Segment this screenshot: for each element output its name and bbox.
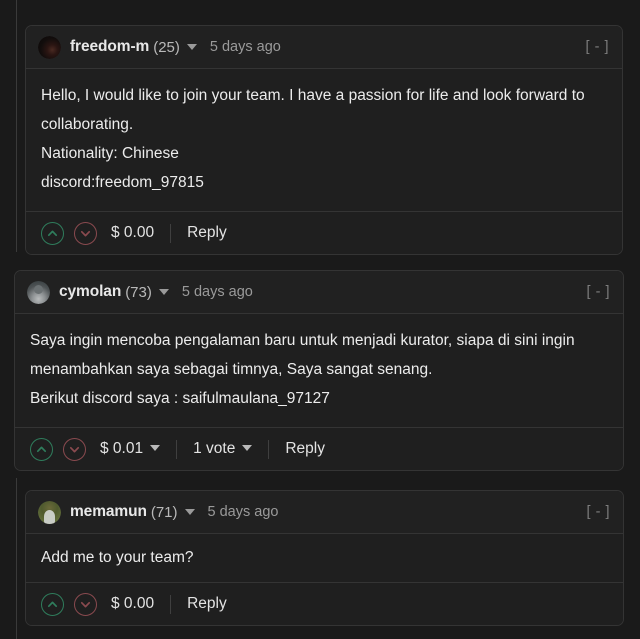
avatar[interactable]	[38, 500, 61, 524]
comment-timestamp[interactable]: 5 days ago	[210, 39, 281, 55]
upvote-icon[interactable]	[30, 437, 53, 461]
comment-card: cymolan (73) 5 days ago [ - ] Saya ingin…	[14, 270, 624, 471]
comment-author[interactable]: memamun	[70, 503, 147, 521]
author-reputation: (25)	[153, 38, 180, 56]
comment-body: Saya ingin mencoba pengalaman baru untuk…	[15, 314, 623, 428]
reply-button[interactable]: Reply	[285, 440, 325, 458]
reply-button[interactable]: Reply	[187, 224, 227, 242]
comment-footer: $ 0.00 Reply	[26, 583, 623, 625]
collapse-toggle[interactable]: [ - ]	[587, 504, 610, 520]
reply-button[interactable]: Reply	[187, 595, 227, 613]
comment-header: memamun (71) 5 days ago [ - ]	[26, 491, 623, 534]
comment-paragraph: Berikut discord saya : saifulmaulana_971…	[30, 390, 330, 407]
vote-count[interactable]: 1 vote	[193, 440, 253, 458]
comment-body: Hello, I would like to join your team. I…	[26, 69, 622, 212]
collapse-toggle[interactable]: [ - ]	[586, 39, 609, 55]
downvote-icon[interactable]	[74, 592, 97, 616]
comment-card: memamun (71) 5 days ago [ - ] Add me to …	[25, 490, 624, 626]
author-reputation: (73)	[125, 283, 152, 301]
footer-divider	[176, 439, 178, 459]
comment-footer: $ 0.01 1 vote Reply	[15, 428, 623, 470]
comment-thread: freedom-m (25) 5 days ago [ - ] Hello, I…	[0, 0, 640, 639]
author-reputation: (71)	[150, 503, 178, 521]
downvote-icon[interactable]	[63, 437, 86, 461]
comment-paragraph: Nationality: Chinese	[41, 145, 179, 162]
footer-divider	[170, 223, 172, 243]
comment-header: cymolan (73) 5 days ago [ - ]	[15, 271, 623, 314]
downvote-icon[interactable]	[74, 221, 97, 245]
payout-chevron-down-icon[interactable]	[150, 445, 161, 451]
comment-card: freedom-m (25) 5 days ago [ - ] Hello, I…	[25, 25, 623, 255]
comment-paragraph: Add me to your team?	[41, 549, 194, 566]
comment-timestamp[interactable]: 5 days ago	[182, 284, 253, 300]
avatar[interactable]	[27, 280, 50, 304]
comment-paragraph: discord:freedom_97815	[41, 174, 204, 191]
chevron-down-icon[interactable]	[186, 44, 197, 50]
upvote-icon[interactable]	[41, 221, 64, 245]
upvote-icon[interactable]	[41, 592, 64, 616]
footer-divider	[170, 594, 172, 614]
payout-amount[interactable]: $ 0.00	[111, 595, 154, 613]
comment-paragraph: Hello, I would like to join your team. I…	[41, 87, 585, 133]
comment-header: freedom-m (25) 5 days ago [ - ]	[26, 26, 622, 69]
comment-body: Add me to your team?	[26, 534, 623, 583]
comment-author[interactable]: cymolan	[59, 283, 121, 301]
collapse-toggle[interactable]: [ - ]	[587, 284, 610, 300]
comment-paragraph: Saya ingin mencoba pengalaman baru untuk…	[30, 332, 575, 378]
footer-divider	[268, 439, 270, 459]
payout-amount[interactable]: $ 0.00	[111, 224, 154, 242]
chevron-down-icon[interactable]	[184, 509, 195, 515]
comment-author[interactable]: freedom-m	[70, 38, 149, 56]
avatar[interactable]	[38, 35, 61, 59]
payout-amount[interactable]: $ 0.01	[100, 440, 161, 458]
chevron-down-icon[interactable]	[158, 289, 169, 295]
thread-guide-line-bottom	[16, 478, 17, 639]
votes-chevron-down-icon[interactable]	[242, 445, 253, 451]
comment-footer: $ 0.00 Reply	[26, 212, 622, 254]
thread-guide-line-top	[16, 0, 17, 252]
comment-timestamp[interactable]: 5 days ago	[208, 504, 279, 520]
